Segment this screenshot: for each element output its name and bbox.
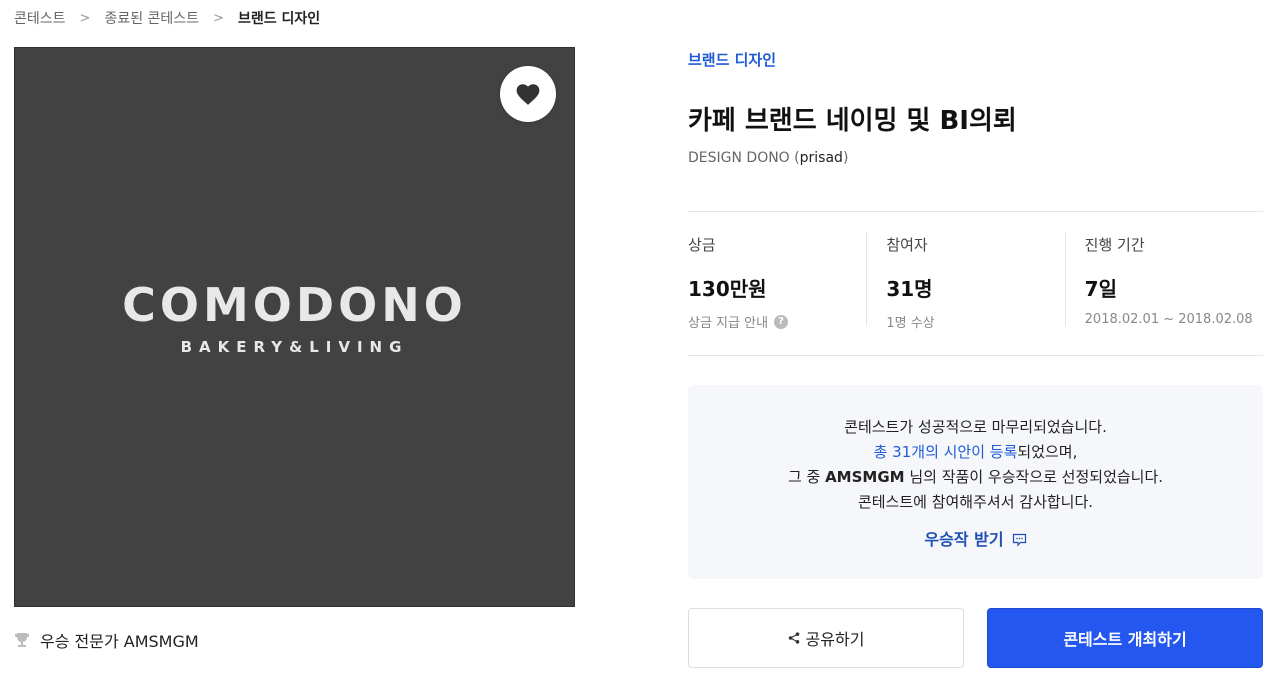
brand-logo: COMODONO BAKERY&LIVING	[15, 278, 574, 356]
trophy-icon	[14, 632, 30, 648]
host-user-open: (	[789, 150, 800, 166]
host-contest-button-label: 콘테스트 개최하기	[1063, 630, 1187, 649]
host-user-close: )	[842, 150, 849, 166]
host-user-id[interactable]: prisad	[800, 150, 843, 166]
stat-prize-label: 상금	[688, 236, 716, 254]
chevron-right-icon: >	[213, 10, 224, 26]
stat-participants-sub: 1명 수상	[886, 316, 935, 331]
notice-line-1: 콘테스트가 성공적으로 마무리되었습니다.	[844, 418, 1107, 436]
share-button-label: 공유하기	[805, 630, 865, 649]
stat-period-label: 진행 기간	[1084, 236, 1145, 254]
submissions-link[interactable]: 총 31개의 시안이 등록	[874, 443, 1018, 461]
contest-thumbnail[interactable]: COMODONO BAKERY&LIVING	[14, 47, 575, 607]
chevron-right-icon: >	[79, 10, 91, 26]
prize-payment-info[interactable]: 상금 지급 안내 ?	[688, 312, 866, 331]
host-contest-button[interactable]: 콘테스트 개최하기	[987, 608, 1263, 668]
stat-prize-value: 130만원	[688, 277, 767, 301]
stat-period-dates: 2018.02.01 ~ 2018.02.08	[1084, 312, 1253, 327]
logo-wordmark: COMODONO	[122, 278, 467, 332]
breadcrumb-item-ended-contest[interactable]: 종료된 콘테스트	[104, 8, 199, 28]
notice-line-4: 콘테스트에 참여해주셔서 감사합니다.	[857, 493, 1094, 511]
receive-winning-work-label: 우승작 받기	[924, 530, 1004, 549]
comment-icon	[1012, 533, 1027, 547]
contest-result-notice: 콘테스트가 성공적으로 마무리되었습니다. 총 31개의 시안이 등록되었으며,…	[688, 385, 1263, 579]
contest-category[interactable]: 브랜드 디자인	[688, 49, 776, 70]
stat-period: 진행 기간 7일 2018.02.01 ~ 2018.02.08	[1064, 212, 1263, 355]
stat-participants-value: 31명	[886, 277, 933, 301]
heart-icon	[516, 84, 540, 105]
stat-prize: 상금 130만원 상금 지급 안내 ?	[688, 212, 866, 355]
notice-line-2: 총 31개의 시안이 등록되었으며,	[688, 440, 1263, 465]
share-icon	[788, 632, 800, 644]
prize-payment-info-label: 상금 지급 안내	[688, 316, 769, 331]
winner-expert: 우승 전문가 AMSMGM	[14, 628, 199, 652]
notice-line-3: 그 중 AMSMGM 님의 작품이 우승작으로 선정되었습니다.	[688, 465, 1263, 490]
breadcrumb-item-current[interactable]: 브랜드 디자인	[238, 8, 320, 28]
notice-line-3-rest: 님의 작품이 우승작으로 선정되었습니다.	[904, 468, 1164, 486]
help-icon[interactable]: ?	[774, 314, 789, 329]
like-button[interactable]	[500, 66, 556, 122]
host-company: DESIGN DONO	[688, 150, 790, 166]
share-button[interactable]: 공유하기	[688, 608, 964, 668]
winner-name: AMSMGM	[825, 468, 905, 486]
notice-line-3-pre: 그 중	[787, 468, 826, 486]
stat-participants: 참여자 31명 1명 수상	[866, 212, 1064, 355]
page-title: 카페 브랜드 네이밍 및 BI의뢰	[688, 106, 1017, 136]
receive-winning-work-button[interactable]: 우승작 받기	[924, 527, 1026, 552]
stat-period-value: 7일	[1084, 277, 1117, 301]
breadcrumb: 콘테스트 > 종료된 콘테스트 > 브랜드 디자인	[14, 8, 320, 28]
contest-host: DESIGN DONO (prisad)	[688, 150, 848, 166]
breadcrumb-item-contest[interactable]: 콘테스트	[14, 8, 66, 28]
contest-stats: 상금 130만원 상금 지급 안내 ? 참여자 31명 1명 수상 진행 기간 …	[688, 211, 1263, 356]
logo-tagline: BAKERY&LIVING	[180, 338, 409, 356]
winner-label[interactable]: 우승 전문가 AMSMGM	[40, 628, 199, 652]
notice-line-2-rest: 되었으며,	[1017, 443, 1078, 461]
stat-participants-label: 참여자	[886, 236, 928, 254]
